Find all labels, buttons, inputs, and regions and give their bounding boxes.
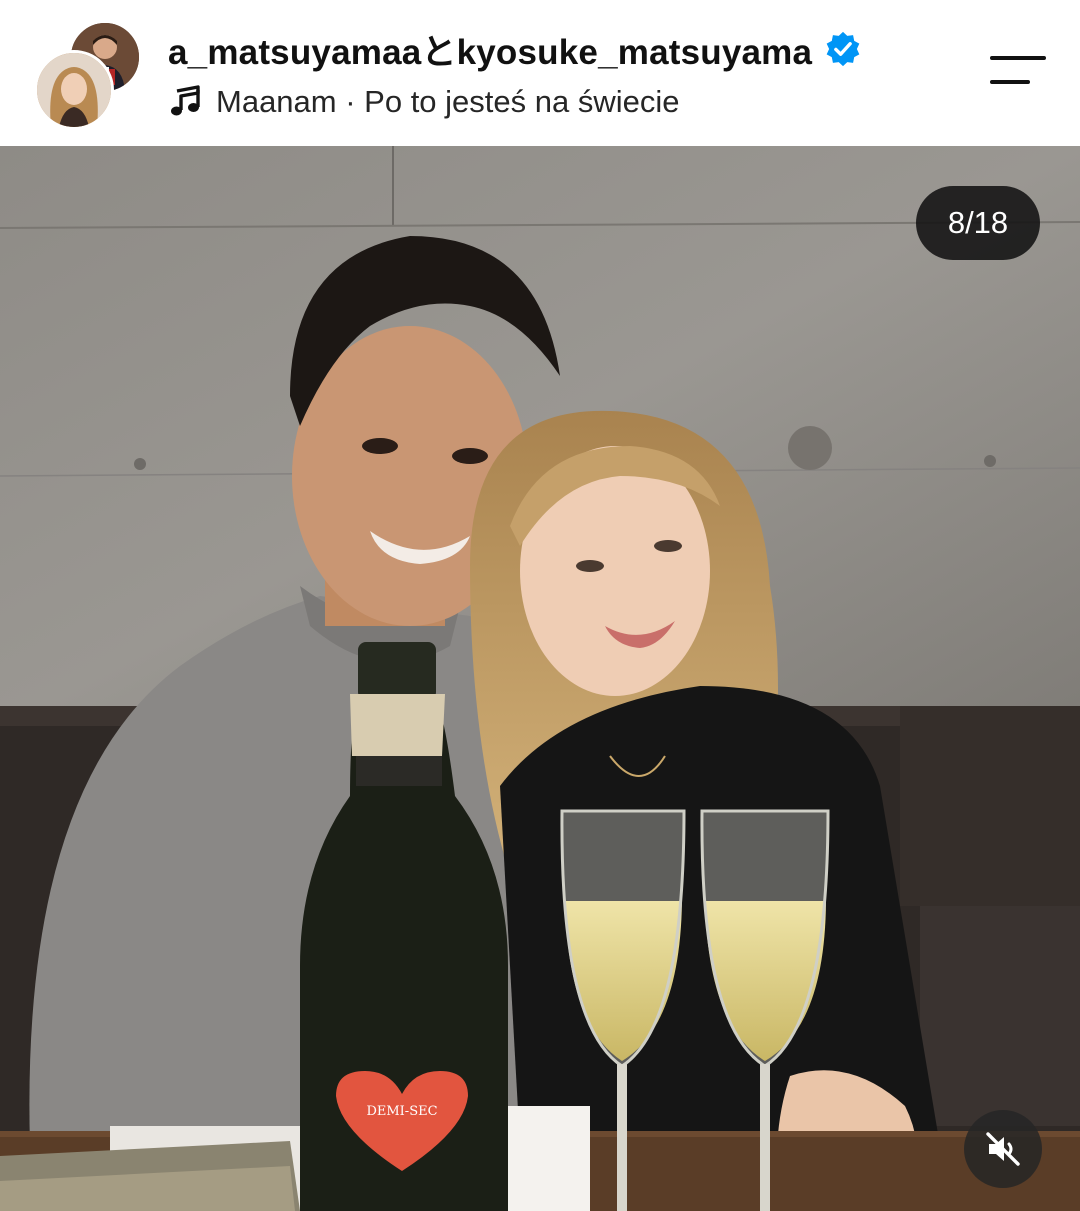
mute-toggle-button[interactable] xyxy=(964,1110,1042,1188)
verified-badge-icon xyxy=(826,31,860,67)
collab-avatars[interactable] xyxy=(34,20,144,130)
speaker-muted-icon xyxy=(986,1132,1020,1166)
carousel-counter: 8/18 xyxy=(916,186,1040,260)
post-header: a_matsuyamaaとkyosuke_matsuyama Maanam · … xyxy=(0,0,1080,146)
post-photo[interactable]: DEMI-SEC 8/18 xyxy=(0,146,1080,1211)
hamburger-menu-icon[interactable] xyxy=(986,52,1050,92)
avatar-a-matsuyamaa[interactable] xyxy=(34,50,114,130)
audio-track[interactable]: Maanam · Po to jesteś na świecie xyxy=(168,80,680,124)
title-row: a_matsuyamaaとkyosuke_matsuyama xyxy=(168,26,862,72)
menu-line xyxy=(990,80,1030,84)
bottle-label-text: DEMI-SEC xyxy=(366,1104,437,1119)
audio-track-label: Maanam · Po to jesteś na świecie xyxy=(216,84,680,119)
menu-line xyxy=(990,56,1046,60)
collab-usernames[interactable]: a_matsuyamaaとkyosuke_matsuyama xyxy=(168,24,812,75)
avatar-image xyxy=(37,53,111,127)
music-note-icon xyxy=(171,85,200,116)
photo-scene: DEMI-SEC xyxy=(0,146,1080,1211)
